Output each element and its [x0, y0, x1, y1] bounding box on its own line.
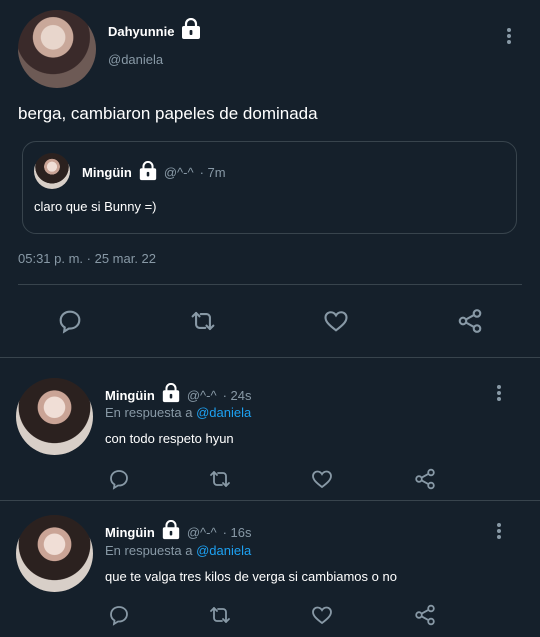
- author-name[interactable]: Dahyunnie: [108, 24, 174, 39]
- reply-text: que te valga tres kilos de verga si camb…: [105, 569, 397, 584]
- retweet-icon[interactable]: [206, 603, 234, 627]
- share-icon[interactable]: [455, 307, 485, 335]
- lock-icon: [161, 519, 181, 545]
- avatar[interactable]: [16, 378, 93, 455]
- author-row: Dahyunnie: [108, 17, 202, 45]
- quote-author-name: Mingüin: [82, 165, 132, 180]
- reply-time: · 16s: [222, 525, 252, 540]
- lock-icon: [180, 17, 202, 45]
- reply-prefix: En respuesta a: [105, 405, 193, 420]
- reply-to-link[interactable]: @daniela: [196, 405, 251, 420]
- quote-tweet[interactable]: Mingüin @^-^ · 7m claro que si Bunny =): [22, 141, 517, 234]
- divider: [0, 500, 540, 501]
- reply-author-name[interactable]: Mingüin: [105, 388, 155, 403]
- avatar[interactable]: [18, 10, 96, 88]
- reply-author-name[interactable]: Mingüin: [105, 525, 155, 540]
- divider: [0, 357, 540, 358]
- quote-text: claro que si Bunny =): [34, 199, 157, 214]
- tweet-text: berga, cambiaron papeles de dominada: [18, 104, 318, 123]
- reply-prefix: En respuesta a: [105, 543, 193, 558]
- more-icon[interactable]: [507, 26, 513, 46]
- more-icon[interactable]: [497, 521, 503, 541]
- reply-to-link[interactable]: @daniela: [196, 543, 251, 558]
- share-icon[interactable]: [412, 467, 438, 491]
- retweet-icon[interactable]: [188, 307, 218, 335]
- like-icon[interactable]: [322, 307, 350, 335]
- reply-icon[interactable]: [107, 603, 131, 627]
- tweet-timestamp[interactable]: 05:31 p. m. · 25 mar. 22: [18, 251, 156, 266]
- author-handle[interactable]: @daniela: [108, 52, 163, 67]
- reply-icon[interactable]: [107, 467, 131, 491]
- more-icon[interactable]: [497, 383, 503, 403]
- reply-author-handle: @^-^: [186, 388, 217, 403]
- share-icon[interactable]: [412, 603, 438, 627]
- reply-author-handle: @^-^: [186, 525, 217, 540]
- retweet-icon[interactable]: [206, 467, 234, 491]
- reply-text: con todo respeto hyun: [105, 431, 234, 446]
- avatar[interactable]: [16, 515, 93, 592]
- like-icon[interactable]: [310, 603, 334, 627]
- quote-time: · 7m: [199, 165, 226, 180]
- like-icon[interactable]: [310, 467, 334, 491]
- lock-icon: [138, 160, 158, 184]
- avatar: [34, 153, 70, 189]
- reply-icon[interactable]: [56, 307, 84, 335]
- quote-author-handle: @^-^: [163, 165, 194, 180]
- reply-time: · 24s: [222, 388, 252, 403]
- divider: [18, 284, 522, 285]
